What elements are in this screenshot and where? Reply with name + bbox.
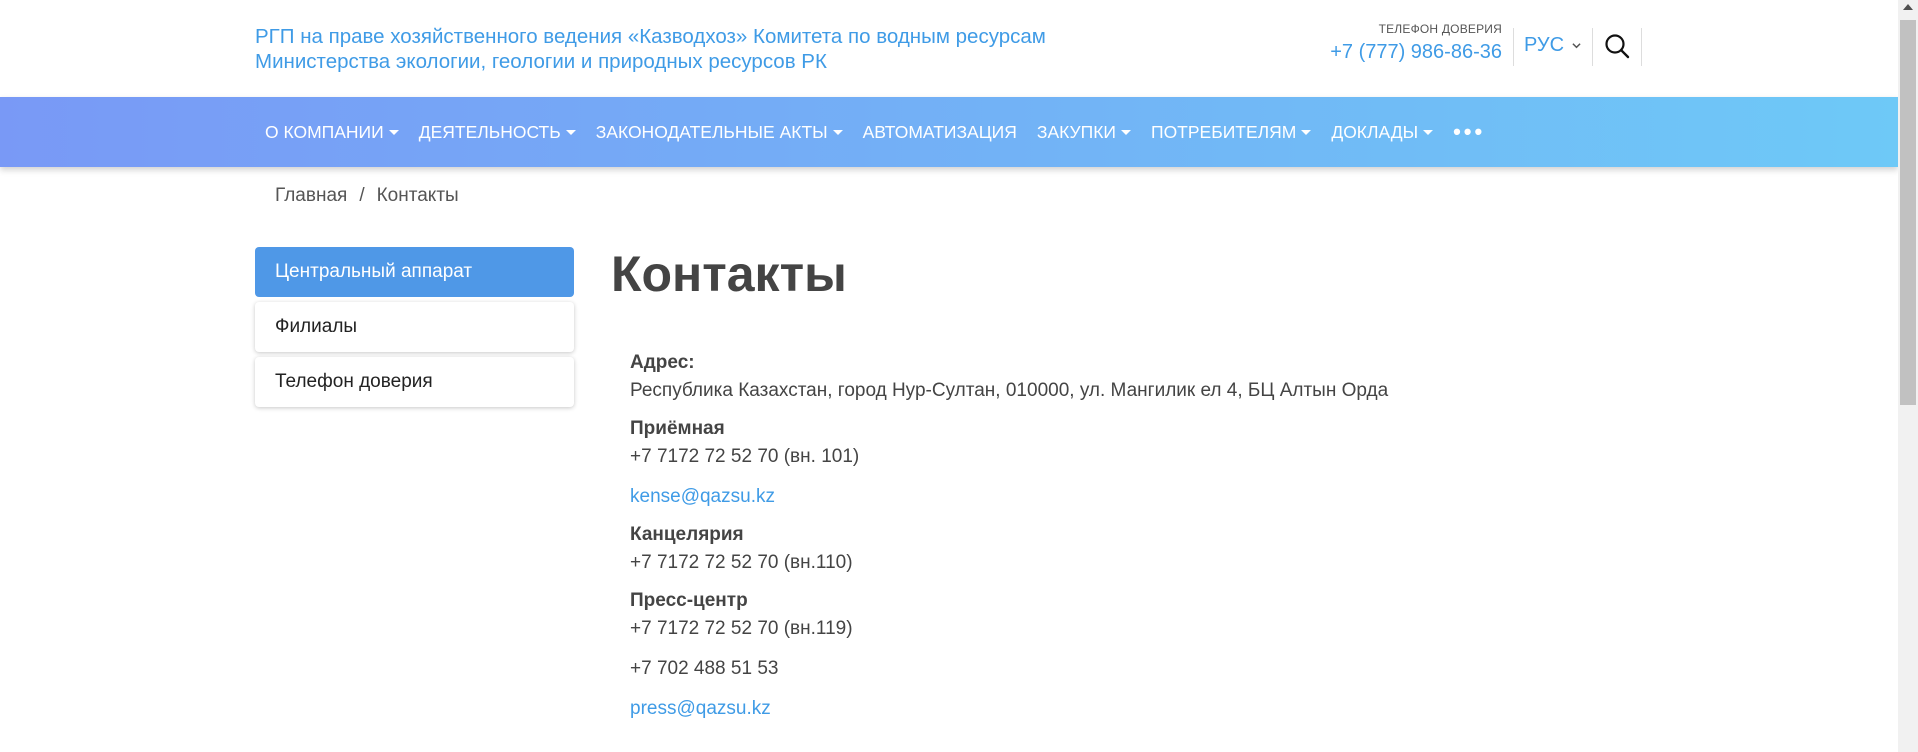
caret-down-icon (832, 129, 843, 135)
hotline-label: ТЕЛЕФОН ДОВЕРИЯ (1378, 22, 1502, 36)
address-label: Адрес: (630, 352, 695, 373)
hotline-phone-link[interactable]: +7 (777) 986-86-36 (1300, 41, 1502, 64)
nav-item-label[interactable]: ДОКЛАДЫ (1331, 122, 1418, 143)
nav-item-label[interactable]: ЗАКОНОДАТЕЛЬНЫЕ АКТЫ (596, 122, 828, 143)
press-label: Пресс-центр (630, 590, 748, 611)
search-button[interactable] (1602, 30, 1632, 62)
address-text: Республика Казахстан, город Нур-Султан, … (630, 380, 1389, 401)
hotline-block: ТЕЛЕФОН ДОВЕРИЯ +7 (777) 986-86-36 (1300, 22, 1502, 64)
breadcrumb: Главная / Контакты (275, 185, 459, 207)
nav-item-label[interactable]: ДЕЯТЕЛЬНОСТЬ (419, 122, 561, 143)
office-label: Канцелярия (630, 524, 744, 545)
scrollbar-thumb[interactable] (1900, 20, 1916, 405)
header-divider (1641, 28, 1642, 66)
scroll-up-arrow-icon[interactable] (1903, 4, 1913, 10)
nav-item-label[interactable]: ЗАКУПКИ (1037, 122, 1116, 143)
reception-phone: +7 7172 72 52 70 (вн. 101) (630, 446, 860, 467)
header-divider (1592, 28, 1593, 66)
org-title-line2[interactable]: Министерства экологии, геологии и природ… (255, 49, 1155, 74)
press-email-link[interactable]: press@qazsu.kz (630, 694, 1630, 724)
nav-items: О КОМПАНИИ ДЕЯТЕЛЬНОСТЬ ЗАКОНОДАТЕЛЬНЫЕ … (255, 97, 1495, 167)
caret-down-icon (1301, 129, 1312, 135)
chevron-down-icon (1572, 43, 1581, 49)
page-title: Контакты (611, 246, 847, 302)
nav-item-procurement[interactable]: ЗАКУПКИ (1027, 97, 1141, 167)
sidebar-item-hotline[interactable]: Телефон доверия (255, 357, 574, 407)
language-selector[interactable]: РУС (1524, 34, 1581, 57)
reception-label: Приёмная (630, 418, 725, 439)
nav-item-legislation[interactable]: ЗАКОНОДАТЕЛЬНЫЕ АКТЫ (586, 97, 853, 167)
main-navigation: О КОМПАНИИ ДЕЯТЕЛЬНОСТЬ ЗАКОНОДАТЕЛЬНЫЕ … (0, 97, 1898, 167)
nav-item-label[interactable]: ПОТРЕБИТЕЛЯМ (1151, 122, 1296, 143)
search-icon (1605, 34, 1630, 59)
org-title-line1[interactable]: РГП на праве хозяйственного ведения «Каз… (255, 24, 1155, 49)
press-phone: +7 7172 72 52 70 (вн.119) (630, 618, 853, 639)
language-label[interactable]: РУС (1524, 34, 1564, 57)
nav-item-label[interactable]: АВТОМАТИЗАЦИЯ (863, 122, 1017, 143)
sidebar-item-branches[interactable]: Филиалы (255, 302, 574, 352)
contacts-block: Адрес: Республика Казахстан, город Нур-С… (630, 350, 1630, 724)
caret-down-icon (1423, 129, 1434, 135)
site-header: РГП на праве хозяйственного ведения «Каз… (0, 0, 1898, 97)
reception-email-link[interactable]: kense@qazsu.kz (630, 482, 1630, 512)
nav-item-label[interactable]: О КОМПАНИИ (265, 122, 384, 143)
header-divider (1513, 28, 1514, 66)
nav-item-reports[interactable]: ДОКЛАДЫ (1321, 97, 1443, 167)
organization-title[interactable]: РГП на праве хозяйственного ведения «Каз… (255, 24, 1155, 74)
caret-down-icon (1120, 129, 1131, 135)
nav-item-company[interactable]: О КОМПАНИИ (255, 97, 409, 167)
nav-item-automation[interactable]: АВТОМАТИЗАЦИЯ (853, 97, 1027, 167)
caret-down-icon (565, 129, 576, 135)
breadcrumb-separator: / (359, 185, 365, 206)
sidebar-item-central-office[interactable]: Центральный аппарат (255, 247, 574, 297)
caret-down-icon (388, 129, 399, 135)
breadcrumb-home-link[interactable]: Главная (275, 185, 347, 207)
nav-item-consumers[interactable]: ПОТРЕБИТЕЛЯМ (1141, 97, 1321, 167)
more-menu-icon[interactable]: ••• (1443, 97, 1495, 167)
office-phone: +7 7172 72 52 70 (вн.110) (630, 552, 853, 573)
press-mobile: +7 702 488 51 53 (630, 658, 779, 679)
sidebar: Центральный аппарат Филиалы Телефон дове… (255, 247, 574, 412)
breadcrumb-current: Контакты (376, 185, 459, 206)
nav-item-activity[interactable]: ДЕЯТЕЛЬНОСТЬ (409, 97, 586, 167)
